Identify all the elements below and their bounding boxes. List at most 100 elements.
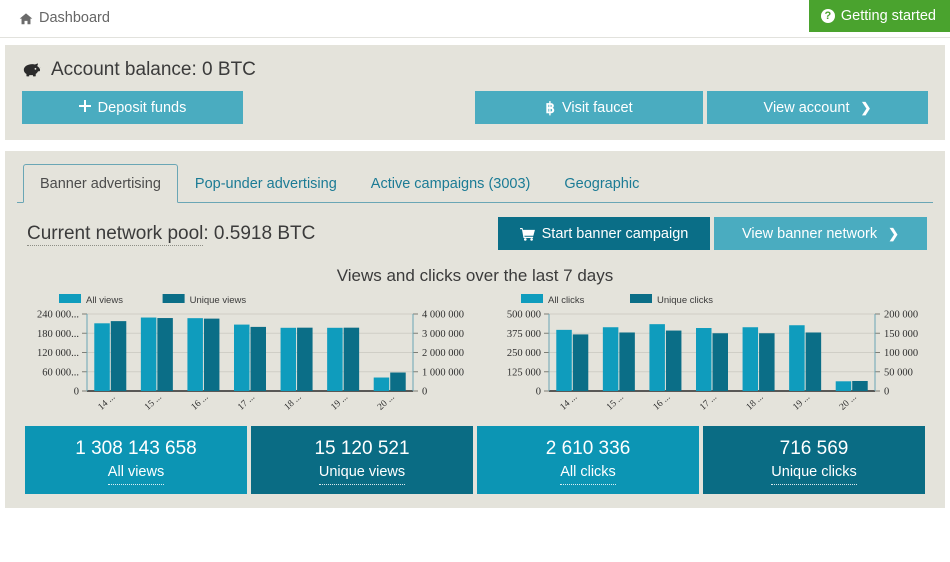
tab-pop-under-advertising[interactable]: Pop-under advertising (178, 164, 354, 203)
bar (390, 372, 406, 391)
view-banner-network-label: View banner network (741, 225, 878, 242)
bar (94, 323, 110, 391)
tab-geographic[interactable]: Geographic (547, 164, 656, 203)
bar (742, 327, 759, 391)
stat-all-clicks[interactable]: 2 610 336 All clicks (477, 426, 699, 494)
y-axis-tick-left: 0 (536, 387, 541, 398)
bar (140, 317, 157, 391)
stat-value: 2 610 336 (545, 437, 631, 459)
y-axis-tick-left: 375 000 (507, 329, 541, 340)
bar (789, 325, 805, 391)
visit-faucet-label: Visit faucet (561, 99, 633, 116)
bar (602, 327, 619, 391)
bar (665, 330, 682, 391)
stat-label: All clicks (560, 462, 616, 486)
bar (297, 327, 313, 391)
bar (619, 332, 635, 391)
clicks-chart: All clicks Unique clicks 0 0 125 000 50 000 25… (479, 292, 937, 417)
getting-started-label: Getting started (840, 8, 936, 24)
y-axis-tick-right: 0 (884, 387, 889, 398)
plus-icon (78, 99, 91, 116)
tab-label: Geographic (564, 176, 640, 192)
legend-swatch (162, 294, 185, 303)
account-actions: Deposit funds ฿ Visit faucet View accoun… (22, 91, 928, 124)
view-account-label: View account (763, 99, 850, 116)
view-account-button[interactable]: View account ❯ (707, 91, 928, 124)
chevron-right-icon: ❯ (888, 225, 900, 241)
x-axis-tick: 18 ... (283, 392, 304, 412)
tab-label: Active campaigns (3003) (370, 176, 531, 192)
network-pool-value: : 0.5918 BTC (203, 222, 316, 244)
legend-label: All views (86, 295, 123, 306)
start-banner-campaign-button[interactable]: Start banner campaign (498, 217, 710, 250)
legend-label: All clicks (548, 295, 585, 306)
tab-banner-advertising[interactable]: Banner advertising (23, 164, 178, 203)
y-axis-tick-left: 180 000... (37, 329, 79, 340)
x-axis-tick: 19 ... (791, 392, 812, 412)
bar (696, 328, 712, 391)
top-bar: Dashboard ? Getting started (0, 0, 950, 38)
bar (835, 381, 852, 391)
views-chart-svg: All views Unique views 0 0 60 000... 1 000 00… (37, 294, 464, 413)
account-balance-text: Account balance: 0 BTC (51, 59, 256, 80)
visit-faucet-button[interactable]: ฿ Visit faucet (475, 91, 703, 124)
y-axis-tick-left: 250 000 (507, 348, 541, 359)
bar (649, 324, 665, 391)
tab-label: Pop-under advertising (194, 176, 337, 192)
legend-label: Unique clicks (657, 295, 713, 306)
stat-value: 716 569 (779, 437, 849, 459)
y-axis-tick-right: 3 000 000 (422, 329, 464, 340)
shopping-cart-icon (519, 228, 535, 241)
question-circle-icon: ? (820, 9, 835, 23)
y-axis-tick-left: 240 000... (37, 310, 79, 321)
bar (250, 326, 266, 391)
bitcoin-icon: ฿ (545, 99, 555, 117)
x-axis-tick: 19 ... (329, 392, 350, 412)
network-pool-label: Current network pool (27, 222, 204, 246)
y-axis-tick-left: 0 (74, 387, 79, 398)
legend-label: Unique views (190, 295, 247, 306)
bar (343, 327, 360, 391)
tab-active-campaigns[interactable]: Active campaigns (3003) (354, 164, 548, 203)
y-axis-tick-right: 150 000 (884, 329, 918, 340)
view-banner-network-button[interactable]: View banner network ❯ (714, 217, 927, 250)
stat-label: Unique views (318, 462, 406, 486)
x-axis-tick: 20 ... (376, 392, 397, 412)
x-axis-tick: 14 ... (559, 392, 580, 412)
x-axis-tick: 18 ... (745, 392, 766, 412)
bar (203, 318, 220, 391)
y-axis-tick-right: 0 (422, 387, 427, 398)
deposit-funds-button[interactable]: Deposit funds (22, 91, 243, 124)
getting-started-button[interactable]: ? Getting started (808, 0, 950, 32)
charts-title: Views and clicks over the last 7 days (336, 266, 614, 285)
stat-unique-views[interactable]: 15 120 521 Unique views (251, 426, 473, 494)
stat-all-views[interactable]: 1 308 143 658 All views (25, 426, 247, 494)
start-banner-campaign-label: Start banner campaign (541, 225, 689, 242)
x-axis-tick: 16 ... (190, 392, 211, 412)
tab-bar: Banner advertising Pop-under advertising… (17, 163, 933, 203)
piggy-bank-icon (22, 62, 42, 78)
bar (327, 327, 343, 391)
chevron-right-icon: ❯ (860, 99, 872, 115)
charts-row: All views Unique views 0 0 60 000... 1 000 00… (17, 292, 933, 417)
y-axis-tick-left: 120 000... (37, 348, 79, 359)
network-pool: Current network pool: 0.5918 BTC (27, 222, 316, 246)
bar (280, 327, 297, 391)
legend-swatch (521, 294, 543, 303)
stat-value: 15 120 521 (314, 437, 410, 459)
y-axis-tick-right: 200 000 (884, 310, 918, 321)
y-axis-tick-right: 100 000 (884, 348, 918, 359)
clicks-chart-svg: All clicks Unique clicks 0 0 125 000 50 000 25… (507, 294, 918, 413)
stat-label: Unique clicks (771, 462, 857, 486)
y-axis-tick-left: 125 000 (507, 367, 541, 378)
bar (234, 324, 250, 391)
y-axis-tick-right: 4 000 000 (422, 310, 464, 321)
x-axis-tick: 14 ... (97, 392, 118, 412)
stat-unique-clicks[interactable]: 716 569 Unique clicks (703, 426, 925, 494)
breadcrumb[interactable]: Dashboard (19, 10, 110, 26)
bar (187, 318, 203, 391)
views-chart: All views Unique views 0 0 60 000... 1 000 00… (17, 292, 475, 417)
bar (852, 380, 868, 391)
y-axis-tick-right: 1 000 000 (422, 367, 464, 378)
banner-advertising-card: Banner advertising Pop-under advertising… (5, 151, 945, 508)
